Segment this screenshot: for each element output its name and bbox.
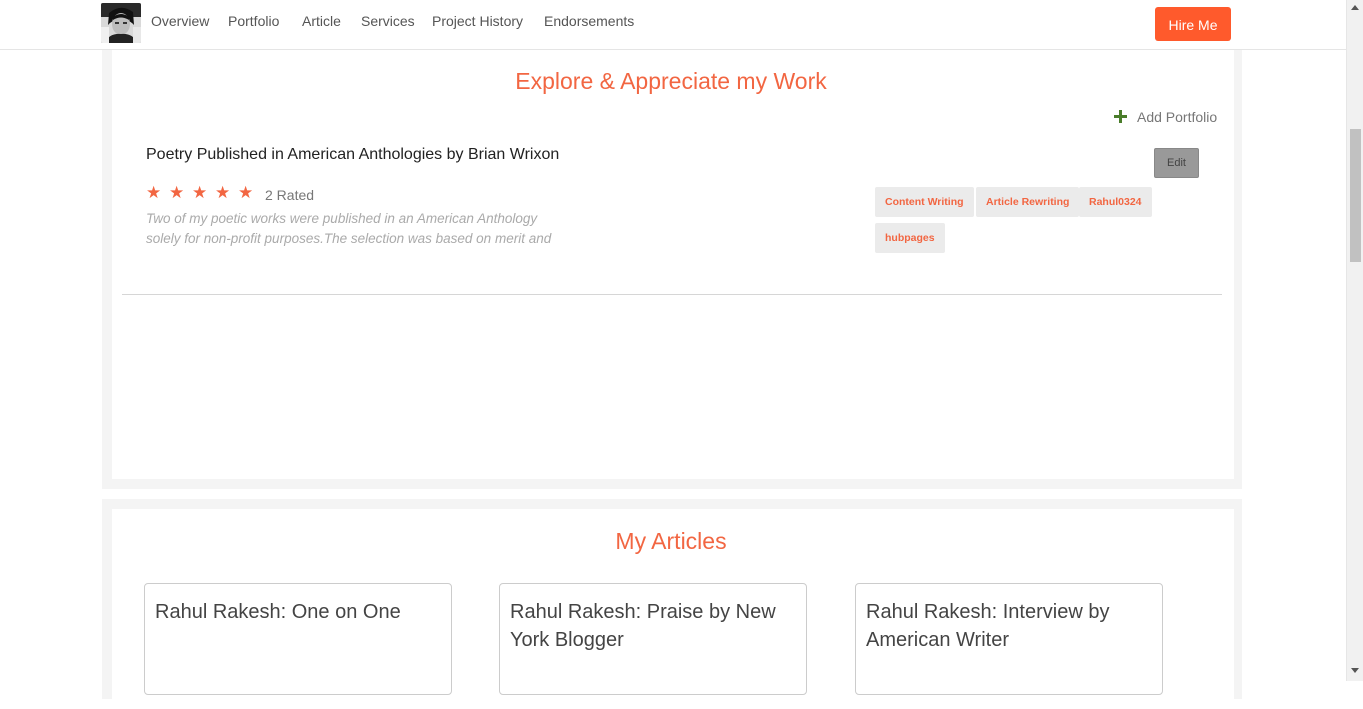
portfolio-card	[112, 49, 1234, 479]
scrollbar-thumb[interactable]	[1350, 129, 1361, 262]
vertical-scrollbar[interactable]	[1346, 0, 1363, 681]
plus-icon	[1114, 110, 1127, 123]
nav-endorsements[interactable]: Endorsements	[544, 13, 634, 29]
tag-article-rewriting[interactable]: Article Rewriting	[976, 187, 1080, 217]
nav-project-history[interactable]: Project History	[432, 13, 523, 29]
scroll-up-icon[interactable]	[1351, 5, 1359, 10]
star-icon: ★	[238, 183, 254, 202]
edit-button[interactable]: Edit	[1154, 148, 1199, 178]
rated-count: 2 Rated	[265, 187, 315, 203]
star-rating: ★ ★ ★ ★ ★	[146, 183, 261, 203]
nav-overview[interactable]: Overview	[151, 13, 209, 29]
tag-rahul0324[interactable]: Rahul0324	[1079, 187, 1152, 217]
article-card[interactable]: Rahul Rakesh: Interview by American Writ…	[855, 583, 1163, 695]
divider	[122, 294, 1222, 295]
scroll-down-icon[interactable]	[1351, 668, 1359, 673]
article-title: Rahul Rakesh: Praise by New York Blogger	[510, 601, 776, 651]
star-icon: ★	[169, 183, 185, 202]
avatar-photo-icon	[101, 3, 141, 43]
add-portfolio-button[interactable]: Add Portfolio	[1114, 109, 1217, 125]
article-card[interactable]: Rahul Rakesh: One on One	[144, 583, 452, 695]
portfolio-item-description: Two of my poetic works were published in…	[146, 211, 552, 252]
star-icon: ★	[215, 183, 231, 202]
portfolio-section-title: Explore & Appreciate my Work	[515, 68, 827, 94]
tag-content-writing[interactable]: Content Writing	[875, 187, 974, 217]
article-title: Rahul Rakesh: One on One	[155, 601, 401, 623]
article-card[interactable]: Rahul Rakesh: Praise by New York Blogger	[499, 583, 807, 695]
portfolio-section	[102, 49, 1242, 489]
star-icon: ★	[146, 183, 162, 202]
nav-services[interactable]: Services	[361, 13, 415, 29]
article-title: Rahul Rakesh: Interview by American Writ…	[866, 601, 1110, 651]
portfolio-item-title[interactable]: Poetry Published in American Anthologies…	[146, 145, 566, 165]
nav-portfolio[interactable]: Portfolio	[228, 13, 279, 29]
nav-article[interactable]: Article	[302, 13, 341, 29]
avatar[interactable]	[101, 3, 141, 43]
top-navbar: Overview Portfolio Article Services Proj…	[0, 0, 1346, 50]
articles-section-title: My Articles	[615, 528, 727, 554]
hire-me-button[interactable]: Hire Me	[1155, 7, 1231, 41]
tag-hubpages[interactable]: hubpages	[875, 223, 945, 253]
star-icon: ★	[192, 183, 208, 202]
add-portfolio-label: Add Portfolio	[1137, 109, 1218, 125]
